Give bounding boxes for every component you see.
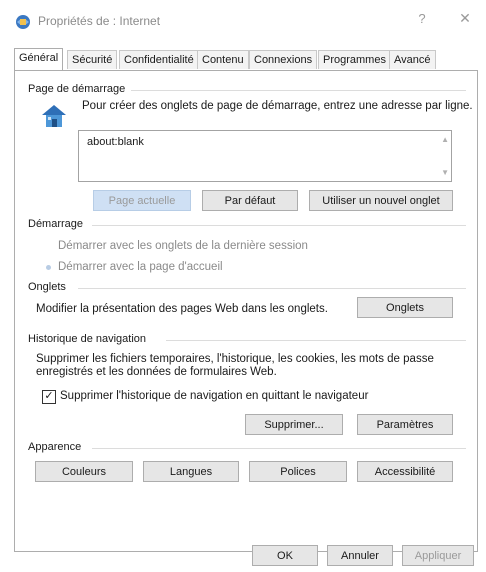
tabs-heading: Onglets bbox=[28, 281, 72, 293]
use-current-button[interactable]: Page actuelle bbox=[93, 190, 191, 211]
history-heading: Historique de navigation bbox=[28, 333, 153, 345]
tab-general[interactable]: Général bbox=[14, 48, 64, 70]
delete-history-button[interactable]: Supprimer... bbox=[245, 414, 343, 435]
radio-selected-icon[interactable] bbox=[46, 265, 51, 270]
use-default-button[interactable]: Par défaut bbox=[202, 190, 298, 211]
tabs-settings-button[interactable]: Onglets bbox=[357, 297, 453, 318]
divider bbox=[166, 340, 466, 341]
homepage-heading: Page de démarrage bbox=[28, 83, 132, 95]
colors-button[interactable]: Couleurs bbox=[35, 461, 133, 482]
divider bbox=[78, 288, 466, 289]
fonts-button[interactable]: Polices bbox=[249, 461, 347, 482]
appearance-heading: Apparence bbox=[28, 441, 88, 453]
title-bar: Propriétés de : Internet ? ✕ bbox=[0, 0, 486, 40]
tab-connections[interactable]: Connexions bbox=[249, 50, 318, 69]
accessibility-button[interactable]: Accessibilité bbox=[357, 461, 453, 482]
tab-privacy[interactable]: Confidentialité bbox=[119, 50, 199, 69]
divider bbox=[92, 448, 466, 449]
tab-content[interactable]: Contenu bbox=[197, 50, 249, 69]
scroll-up-icon[interactable]: ▲ bbox=[441, 135, 449, 144]
cancel-button[interactable]: Annuler bbox=[327, 545, 393, 566]
tab-programs[interactable]: Programmes bbox=[318, 50, 391, 69]
delete-on-exit-label[interactable]: Supprimer l'historique de navigation en … bbox=[60, 390, 368, 402]
apply-button[interactable]: Appliquer bbox=[402, 545, 474, 566]
startup-heading: Démarrage bbox=[28, 218, 90, 230]
help-button[interactable]: ? bbox=[412, 11, 432, 26]
use-new-tab-button[interactable]: Utiliser un nouvel onglet bbox=[309, 190, 453, 211]
window-title: Propriétés de : Internet bbox=[38, 14, 161, 28]
homepage-description: Pour créer des onglets de page de démarr… bbox=[82, 100, 473, 112]
history-description-line1: Supprimer les fichiers temporaires, l'hi… bbox=[36, 353, 434, 365]
history-settings-button[interactable]: Paramètres bbox=[357, 414, 453, 435]
ok-button[interactable]: OK bbox=[252, 545, 318, 566]
tab-strip: Général Sécurité Confidentialité Contenu… bbox=[14, 48, 476, 70]
startup-last-session-option[interactable]: Démarrer avec les onglets de la dernière… bbox=[58, 240, 308, 252]
homepage-url-textarea[interactable]: about:blank ▲ ▼ bbox=[78, 130, 452, 182]
startup-home-page-option[interactable]: Démarrer avec la page d'accueil bbox=[58, 261, 223, 273]
delete-on-exit-checkbox[interactable]: ✓ bbox=[42, 390, 56, 404]
tab-security[interactable]: Sécurité bbox=[67, 50, 118, 69]
scroll-down-icon[interactable]: ▼ bbox=[441, 168, 449, 177]
tabs-description: Modifier la présentation des pages Web d… bbox=[36, 303, 328, 315]
internet-options-icon bbox=[16, 15, 30, 29]
languages-button[interactable]: Langues bbox=[143, 461, 239, 482]
homepage-url-value: about:blank bbox=[87, 136, 144, 148]
house-icon bbox=[42, 105, 66, 127]
divider bbox=[120, 90, 466, 91]
tab-advanced[interactable]: Avancé bbox=[389, 50, 436, 69]
history-description-line2: enregistrés et les données de formulaire… bbox=[36, 366, 277, 378]
close-button[interactable]: ✕ bbox=[454, 10, 476, 27]
divider bbox=[92, 225, 466, 226]
